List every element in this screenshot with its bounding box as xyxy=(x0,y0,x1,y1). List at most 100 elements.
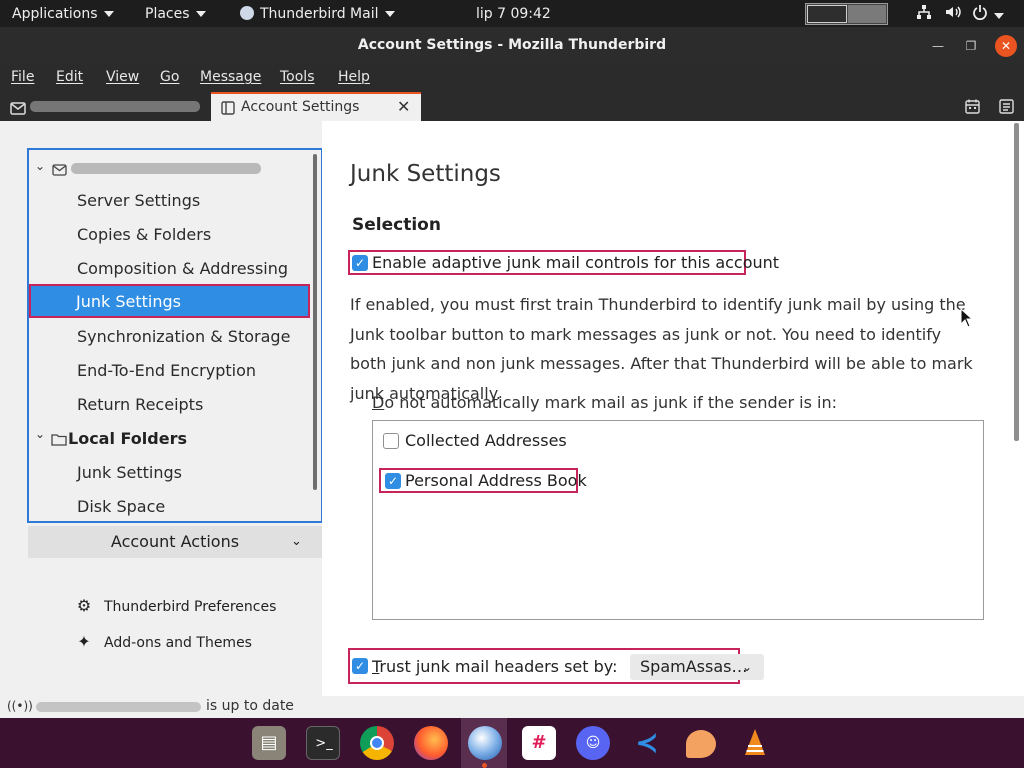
system-top-bar: Applications Places Thunderbird Mail lip… xyxy=(0,0,1024,27)
network-icon[interactable] xyxy=(916,4,932,22)
restore-button[interactable]: ❐ xyxy=(960,35,982,57)
spam-filter-dropdown[interactable]: SpamAssas… ⌄ xyxy=(630,654,764,680)
calendar-icon[interactable] xyxy=(965,99,980,118)
tree-item-return-receipts[interactable]: Return Receipts xyxy=(77,395,203,414)
prompt-glyph: >_ xyxy=(315,736,333,751)
tree-item-e2e-encryption[interactable]: End-To-End Encryption xyxy=(77,361,256,380)
menu-go[interactable]: Go xyxy=(160,69,179,85)
applications-label: Applications xyxy=(12,6,98,22)
chevron-down-icon xyxy=(195,11,206,17)
tab-account-settings[interactable]: Account Settings ✕ xyxy=(211,92,421,121)
firefox-icon[interactable] xyxy=(414,726,448,760)
account-actions-button[interactable]: Account Actions ⌄ xyxy=(28,526,322,558)
slack-glyph: # xyxy=(531,732,547,753)
account-tree[interactable]: ⌄ Server Settings Copies & Folders Compo… xyxy=(27,148,323,523)
tab-label: Account Settings xyxy=(241,99,360,115)
menu-message[interactable]: Message xyxy=(200,69,261,85)
tree-item-junk-settings-selected[interactable]: Junk Settings xyxy=(29,284,310,318)
trust-junk-headers-checkbox[interactable]: ✓ Trust junk mail headers set by: SpamAs… xyxy=(348,648,764,684)
tree-item-sync-storage[interactable]: Synchronization & Storage xyxy=(77,327,290,346)
puzzle-icon: ✦ xyxy=(77,632,91,651)
close-window-button[interactable]: ✕ xyxy=(995,35,1017,57)
account-actions-label: Account Actions xyxy=(110,532,240,551)
thunderbird-preferences-link[interactable]: ⚙ Thunderbird Preferences xyxy=(74,596,277,615)
workspace-switcher[interactable] xyxy=(805,3,888,25)
tab-bar: Account Settings ✕ xyxy=(0,92,1024,121)
app-shape xyxy=(686,730,716,758)
address-book-list[interactable]: Collected Addresses ✓ Personal Address B… xyxy=(372,420,984,620)
mouse-cursor-icon xyxy=(960,308,974,328)
menu-file[interactable]: File xyxy=(11,69,34,85)
addons-label: Add-ons and Themes xyxy=(104,635,252,651)
checkbox-checked-icon: ✓ xyxy=(385,473,401,489)
settings-tab-icon xyxy=(221,101,235,119)
slack-icon[interactable]: # xyxy=(522,726,556,760)
chevron-down-icon xyxy=(384,11,395,17)
menu-tools[interactable]: Tools xyxy=(280,69,315,85)
tree-local-folders[interactable]: Local Folders xyxy=(68,429,187,448)
thunderbird-icon[interactable] xyxy=(468,726,502,760)
checkbox-unchecked-icon xyxy=(383,433,399,449)
files-icon[interactable]: ▤ xyxy=(252,726,286,760)
main-scrollbar[interactable] xyxy=(1014,123,1019,441)
menu-bar: File Edit View Go Message Tools Help xyxy=(0,64,1024,92)
folder-icon xyxy=(51,431,67,450)
enable-adaptive-junk-checkbox[interactable]: ✓ Enable adaptive junk mail controls for… xyxy=(348,250,779,275)
account-name-redacted xyxy=(30,101,200,112)
volume-icon[interactable] xyxy=(944,4,962,22)
minimize-button[interactable]: — xyxy=(927,35,949,57)
applications-menu[interactable]: Applications xyxy=(12,5,114,23)
app-icon-orange[interactable] xyxy=(684,726,718,760)
tree-item-disk-space[interactable]: Disk Space xyxy=(77,497,165,516)
tasks-icon[interactable] xyxy=(999,99,1014,118)
app-menu[interactable]: Thunderbird Mail xyxy=(240,5,395,23)
junk-settings-pane: Junk Settings Selection ✓ Enable adaptiv… xyxy=(322,121,1024,696)
places-menu[interactable]: Places xyxy=(145,5,206,23)
checkbox-checked-icon: ✓ xyxy=(352,255,368,271)
tree-item-composition[interactable]: Composition & Addressing xyxy=(77,259,288,278)
tab-mail[interactable] xyxy=(0,92,210,121)
thunderbird-icon xyxy=(240,6,254,20)
app-menu-label: Thunderbird Mail xyxy=(260,6,379,22)
workspace-1[interactable] xyxy=(807,5,847,23)
explanation-text: If enabled, you must first train Thunder… xyxy=(350,295,973,403)
checkbox-label: Enable adaptive junk mail controls for t… xyxy=(372,253,780,272)
tree-scrollbar[interactable] xyxy=(313,154,317,490)
vscode-glyph: ≺ xyxy=(635,726,659,759)
account-name-redacted xyxy=(71,163,261,174)
tree-item-copies-folders[interactable]: Copies & Folders xyxy=(77,225,211,244)
preferences-label: Thunderbird Preferences xyxy=(104,599,277,615)
tree-item-server-settings[interactable]: Server Settings xyxy=(77,191,200,210)
vlc-icon[interactable] xyxy=(738,726,772,760)
trust-label-text: rust junk mail headers set by: xyxy=(379,657,618,676)
discord-glyph: ☺ xyxy=(585,735,601,751)
terminal-icon[interactable]: >_ xyxy=(306,726,340,760)
collapse-chevron-icon[interactable]: ⌄ xyxy=(35,427,45,441)
content-area: ⌄ Server Settings Copies & Folders Compo… xyxy=(0,121,1024,696)
window-title-bar: Account Settings - Mozilla Thunderbird —… xyxy=(0,27,1024,64)
trust-label: Trust junk mail headers set by: xyxy=(372,657,617,676)
taskbar-dock: ▤ >_ # ☺ ≺ xyxy=(0,718,1024,768)
addons-themes-link[interactable]: ✦ Add-ons and Themes xyxy=(74,632,252,651)
close-tab-icon[interactable]: ✕ xyxy=(397,97,410,116)
address-book-item-selected[interactable]: ✓ Personal Address Book xyxy=(379,468,587,493)
section-heading: Selection xyxy=(352,215,441,235)
window-title: Account Settings - Mozilla Thunderbird xyxy=(357,37,667,53)
chevron-down-icon xyxy=(103,11,114,17)
account-mail-icon xyxy=(52,161,67,180)
menu-edit[interactable]: Edit xyxy=(56,69,83,85)
status-text: is up to date xyxy=(206,698,294,714)
menu-view[interactable]: View xyxy=(106,69,139,85)
dropdown-value: SpamAssas… xyxy=(640,657,748,676)
chrome-icon[interactable] xyxy=(360,726,394,760)
vscode-icon[interactable]: ≺ xyxy=(630,726,664,760)
clock[interactable]: lip 7 09:42 xyxy=(476,5,551,23)
chevron-down-icon xyxy=(994,13,1004,19)
workspace-2[interactable] xyxy=(848,5,886,23)
menu-help[interactable]: Help xyxy=(338,69,370,85)
collapse-chevron-icon[interactable]: ⌄ xyxy=(35,159,45,173)
chevron-down-icon: ⌄ xyxy=(291,534,302,549)
tree-item-local-junk-settings[interactable]: Junk Settings xyxy=(77,463,182,482)
power-icon[interactable] xyxy=(972,4,1004,22)
discord-icon[interactable]: ☺ xyxy=(576,726,610,760)
